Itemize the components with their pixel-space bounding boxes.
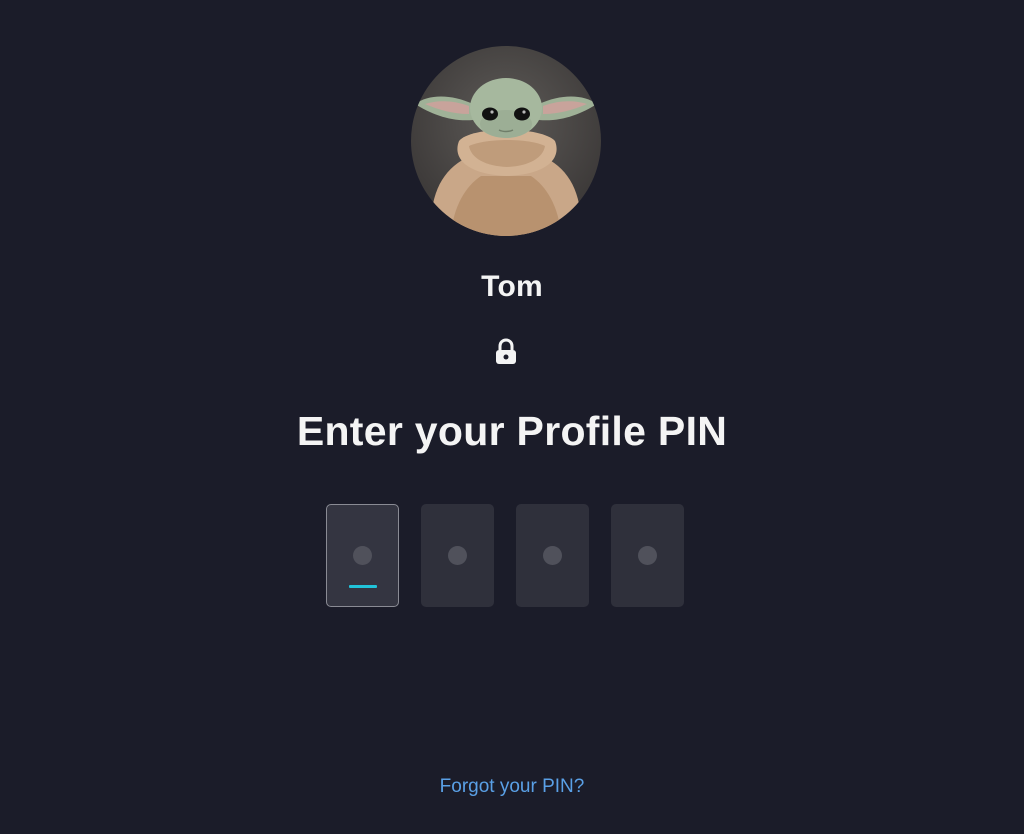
avatar-image: [415, 78, 597, 236]
forgot-pin-link-wrapper: Forgot your PIN?: [0, 776, 1024, 798]
profile-avatar[interactable]: [411, 46, 601, 236]
pin-placeholder-dot: [638, 545, 657, 565]
pin-digit-1[interactable]: [326, 504, 399, 607]
pin-caret: [349, 585, 377, 588]
pin-digit-4[interactable]: [611, 504, 684, 607]
pin-digit-3[interactable]: [516, 504, 589, 607]
page-title: Enter your Profile PIN: [296, 408, 728, 454]
lock-icon: [494, 338, 518, 366]
pin-placeholder-dot: [353, 545, 372, 565]
pin-placeholder-dot: [448, 545, 467, 565]
pin-input-group: [326, 504, 684, 607]
profile-name: Tom: [481, 270, 543, 303]
forgot-pin-link[interactable]: Forgot your PIN?: [440, 776, 585, 797]
pin-placeholder-dot: [543, 545, 562, 565]
pin-digit-2[interactable]: [421, 504, 494, 607]
